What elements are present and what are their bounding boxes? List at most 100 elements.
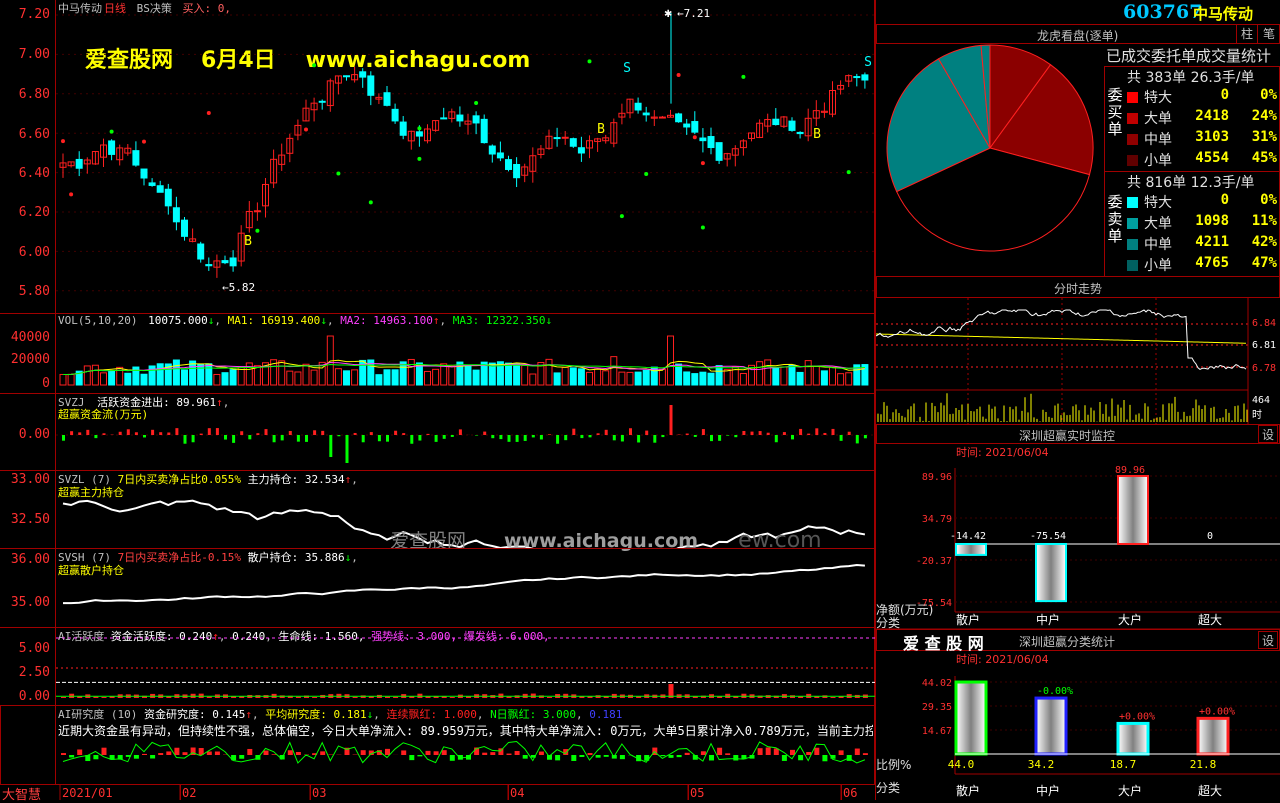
low-label: ←5.82 (222, 281, 255, 294)
flow-bar (78, 432, 81, 435)
row-name: 小单 (1144, 153, 1172, 169)
activity-bar (547, 697, 552, 698)
vol-bar (805, 361, 811, 385)
class-bar-chg: +0.00% (1119, 711, 1155, 722)
flow-bar (370, 432, 373, 435)
vol-bar (692, 374, 698, 385)
signal-dot (693, 135, 697, 139)
research-bar (709, 755, 714, 760)
flow-bar (94, 435, 97, 438)
activity-bar (312, 697, 317, 698)
vol-bar (376, 375, 382, 385)
row-name: 特大 (1144, 90, 1172, 106)
y-tick-label: 6.60 (0, 127, 50, 142)
row-pct: 45% (1252, 150, 1277, 166)
vol-bar (700, 372, 706, 385)
stats-row: 小单476547% (1127, 255, 1277, 275)
candle-body (109, 141, 115, 154)
vol-bar (254, 366, 260, 385)
y-tick-label: 7.00 (0, 47, 50, 62)
row-vol: 4765 (1195, 255, 1229, 271)
vol-bar (384, 370, 390, 385)
vol-bar (214, 374, 220, 385)
vol-bar (773, 368, 779, 385)
class-cat: 散户 (956, 783, 980, 798)
activity-bar (450, 697, 455, 698)
y-tick-label: 6.80 (0, 87, 50, 102)
intraday-chart: 6.846.816.78464时 (876, 298, 1280, 424)
candle-body (854, 77, 860, 78)
research-bar (555, 755, 560, 760)
y-tick-label: 33.00 (0, 472, 50, 487)
row-name: 中单 (1144, 132, 1172, 148)
flow-bar (289, 431, 292, 435)
row-pct: 31% (1252, 129, 1277, 145)
candle-body (182, 220, 188, 236)
buy-signal: B (244, 234, 252, 249)
class-bar-value: 34.2 (1028, 758, 1055, 771)
y-tick-label: 40000 (0, 330, 50, 345)
activity-bar (507, 697, 512, 698)
signal-dot (741, 75, 745, 79)
monitor-title: 深圳超赢实时监控 (1019, 427, 1115, 444)
flow-bar (167, 433, 170, 435)
research-bar (523, 755, 528, 759)
activity-bar (831, 697, 836, 698)
vol-bar (821, 371, 827, 385)
vol-bar (797, 372, 803, 385)
flow-bar (807, 434, 810, 435)
research-bar (482, 753, 487, 755)
research-bar (669, 755, 674, 758)
candle-body (506, 160, 512, 170)
y-tick-label: 5.80 (0, 284, 50, 299)
vol-bar (643, 370, 649, 385)
vol-bar (173, 360, 179, 385)
row-pct: 24% (1252, 108, 1277, 124)
flow-bar (394, 431, 397, 435)
research-bar (401, 750, 406, 755)
flow-bar (435, 435, 438, 442)
row-pct: 0% (1260, 87, 1277, 103)
intraday-title: 分时走势 (1054, 280, 1102, 297)
research-bar (93, 755, 98, 759)
tab-bar[interactable]: 柱 (1236, 25, 1257, 43)
stats-row: 大单109811% (1127, 213, 1277, 233)
intra-vol-tick: 464 (1252, 395, 1270, 406)
research-bar (790, 750, 795, 755)
dragon-header: 龙虎看盘(逐单) 柱 笔 (876, 24, 1280, 44)
flow-bar (127, 429, 130, 435)
activity-bar (385, 697, 390, 698)
research-bar (183, 752, 188, 755)
vol-bar (546, 359, 552, 385)
activity-bar (239, 696, 244, 698)
flow-bar (670, 405, 673, 435)
research-bar (814, 748, 819, 755)
high-marker: ✱ (664, 9, 672, 20)
row-vol: 0 (1221, 87, 1229, 103)
tab-line[interactable]: 笔 (1257, 25, 1280, 43)
vol-bar (522, 365, 528, 385)
class-tick: 44.02 (922, 678, 952, 689)
x-tick-label: 06 (843, 786, 857, 800)
activity-bar (426, 696, 431, 698)
activity-bar (693, 697, 698, 698)
flow-bar (159, 432, 162, 435)
stats-row: 特大 0 0% (1127, 87, 1277, 107)
monitor-settings-button[interactable]: 设 (1258, 425, 1278, 443)
sell-label: 委卖单 (1105, 194, 1125, 245)
vol-bar (813, 366, 819, 385)
month-divider (310, 785, 311, 800)
class-cat: 中户 (1036, 783, 1060, 798)
flow-bar (62, 435, 65, 441)
research-bar (604, 755, 609, 757)
sell-stats: 委卖单 共 816单 12.3手/单 特大00%大单109811%中单42114… (1104, 171, 1280, 277)
buy-total: 共 383单 26.3手/单 (1127, 67, 1255, 87)
research-bar (361, 750, 366, 755)
candle-body (578, 148, 584, 153)
color-swatch (1127, 155, 1138, 166)
y-tick-label: 7.20 (0, 7, 50, 22)
flow-bar (313, 430, 316, 435)
sell-total: 共 816单 12.3手/单 (1127, 172, 1255, 192)
class-settings-button[interactable]: 设 (1258, 631, 1278, 649)
flow-bar (475, 435, 478, 436)
